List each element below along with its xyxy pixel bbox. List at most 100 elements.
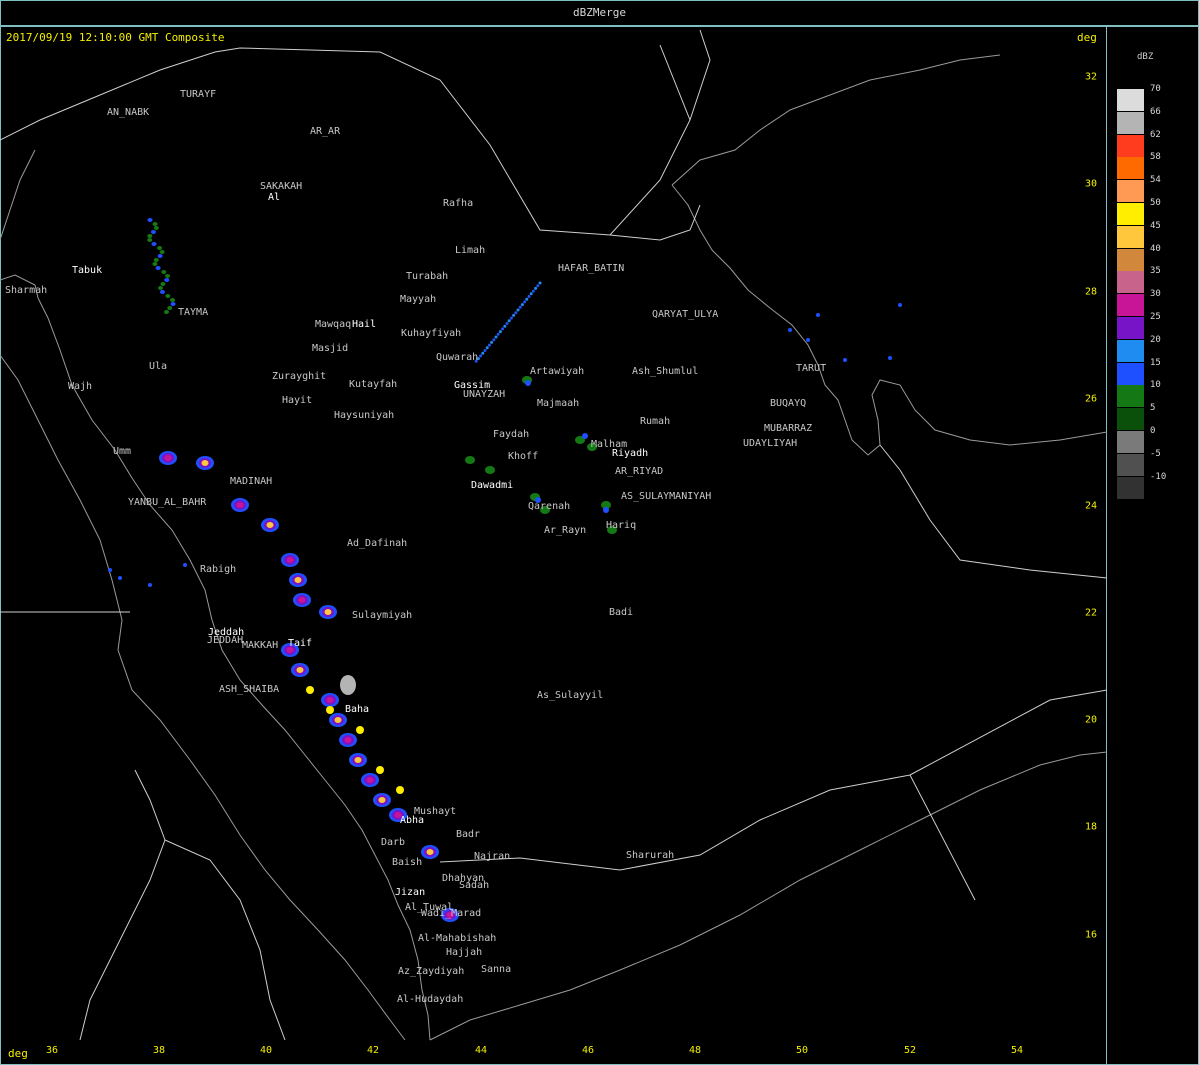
legend-label: 54 [1150, 175, 1161, 186]
city-label: HAFAR_BATIN [558, 263, 625, 274]
legend-label: 15 [1150, 357, 1161, 368]
city-label: Darb [381, 837, 406, 848]
radar-map [0, 29, 1108, 1041]
city-label: Hajjah [446, 947, 483, 958]
city-label: Az_Zaydiyah [398, 966, 465, 977]
city-label: QARYAT_ULYA [652, 309, 719, 320]
legend-swatch [1117, 385, 1144, 408]
city-label: TURAYF [180, 89, 217, 100]
legend-label: 70 [1150, 84, 1161, 94]
radar-echo [426, 849, 434, 855]
radar-echo [582, 433, 588, 439]
city-label: Wadi_Marad [421, 908, 482, 919]
city-label: ASH_SHAIBA [219, 684, 280, 695]
legend-label: 10 [1150, 380, 1161, 391]
border-yemen-oman [909, 689, 1108, 776]
legend-swatch [1117, 339, 1144, 362]
city-label: Turabah [406, 271, 449, 282]
city-label: Sulaymiyah [352, 610, 413, 621]
radar-echo [483, 349, 487, 352]
city-label: Quwarah [436, 352, 479, 363]
city-label: Ash_Shumlul [632, 366, 699, 377]
legend-swatch [1117, 408, 1144, 431]
city-label: BUQAYQ [770, 398, 807, 409]
city-label: Al-Hudaydah [397, 994, 464, 1005]
city-label: Umm [113, 446, 132, 457]
city-label: Badi [609, 607, 634, 618]
city-label: Taif [288, 638, 313, 649]
city-label: Sanna [481, 964, 512, 975]
radar-echo [485, 466, 495, 474]
lon-tick-38: 38 [152, 1045, 166, 1056]
radar-echo [512, 313, 516, 317]
radar-echo [525, 380, 531, 386]
radar-echo [147, 218, 153, 222]
city-label: Faydah [493, 429, 530, 440]
radar-echo [356, 726, 364, 734]
radar-echo [487, 343, 491, 347]
radar-echo [603, 507, 609, 513]
city-label: Sadah [459, 880, 490, 891]
city-label: Haysuniyah [334, 410, 395, 421]
radar-echo [492, 338, 496, 342]
legend-swatch [1117, 89, 1144, 111]
city-label: Najran [474, 851, 511, 862]
legend-label: 35 [1150, 266, 1161, 277]
radar-echo [518, 305, 522, 309]
legend-swatch [1117, 453, 1144, 476]
lat-tick-20: 20 [1085, 714, 1098, 726]
radar-echo [286, 557, 294, 563]
lat-tick-26: 26 [1085, 393, 1098, 405]
city-label: Qarenah [528, 501, 571, 512]
radar-echo [164, 278, 170, 282]
legend-swatch [1117, 225, 1144, 248]
radar-echo [898, 303, 902, 307]
legend-swatch [1117, 476, 1144, 499]
city-label: Kutayfah [349, 379, 398, 390]
border-qatar-uae [879, 444, 1108, 579]
legend-label: -10 [1150, 471, 1167, 482]
radar-echo [843, 358, 847, 362]
border-iran-iraq [689, 29, 711, 121]
lon-tick-48: 48 [688, 1045, 702, 1056]
radar-echo [160, 282, 166, 286]
legend-swatch [1117, 362, 1144, 385]
city-label: YANBU_AL_BAHR [128, 497, 207, 508]
city-label: UDAYLIYAH [743, 438, 798, 449]
city-label: Masjid [312, 343, 349, 354]
city-label: MUBARRAZ [764, 423, 813, 434]
radar-echo [151, 242, 157, 246]
city-label: Baish [392, 857, 423, 868]
city-label: Baha [345, 704, 370, 715]
city-label: Mawqaq [315, 319, 352, 330]
radar-echo [152, 222, 158, 226]
radar-echo [465, 456, 475, 464]
city-label: Ula [149, 361, 168, 372]
radar-echo [298, 597, 306, 603]
radar-echo [531, 289, 535, 293]
radar-echo [538, 281, 542, 285]
radar-echo [159, 290, 165, 294]
radar-echo [324, 609, 332, 615]
city-label: Sharmah [5, 285, 48, 296]
city-label: Badr [456, 829, 481, 840]
border-jordan-iraq [0, 44, 691, 236]
legend-swatch [1117, 294, 1144, 317]
radar-echo [514, 311, 518, 315]
city-label: AS_SULAYMANIYAH [621, 491, 712, 502]
radar-echo [376, 766, 384, 774]
radar-echo [494, 335, 498, 339]
radar-echo [294, 577, 302, 583]
radar-echo [159, 250, 165, 254]
city-label: AR_AR [310, 126, 341, 137]
lat-tick-28: 28 [1085, 286, 1098, 298]
city-label: Rumah [640, 416, 671, 427]
radar-echo [296, 667, 304, 673]
radar-echo [527, 295, 531, 298]
radar-echo [165, 294, 171, 298]
legend-swatch [1117, 248, 1144, 271]
legend-label: 25 [1150, 312, 1161, 322]
city-label: SAKAKAH [260, 181, 303, 192]
lon-tick-42: 42 [366, 1045, 380, 1056]
radar-echo [523, 300, 527, 304]
